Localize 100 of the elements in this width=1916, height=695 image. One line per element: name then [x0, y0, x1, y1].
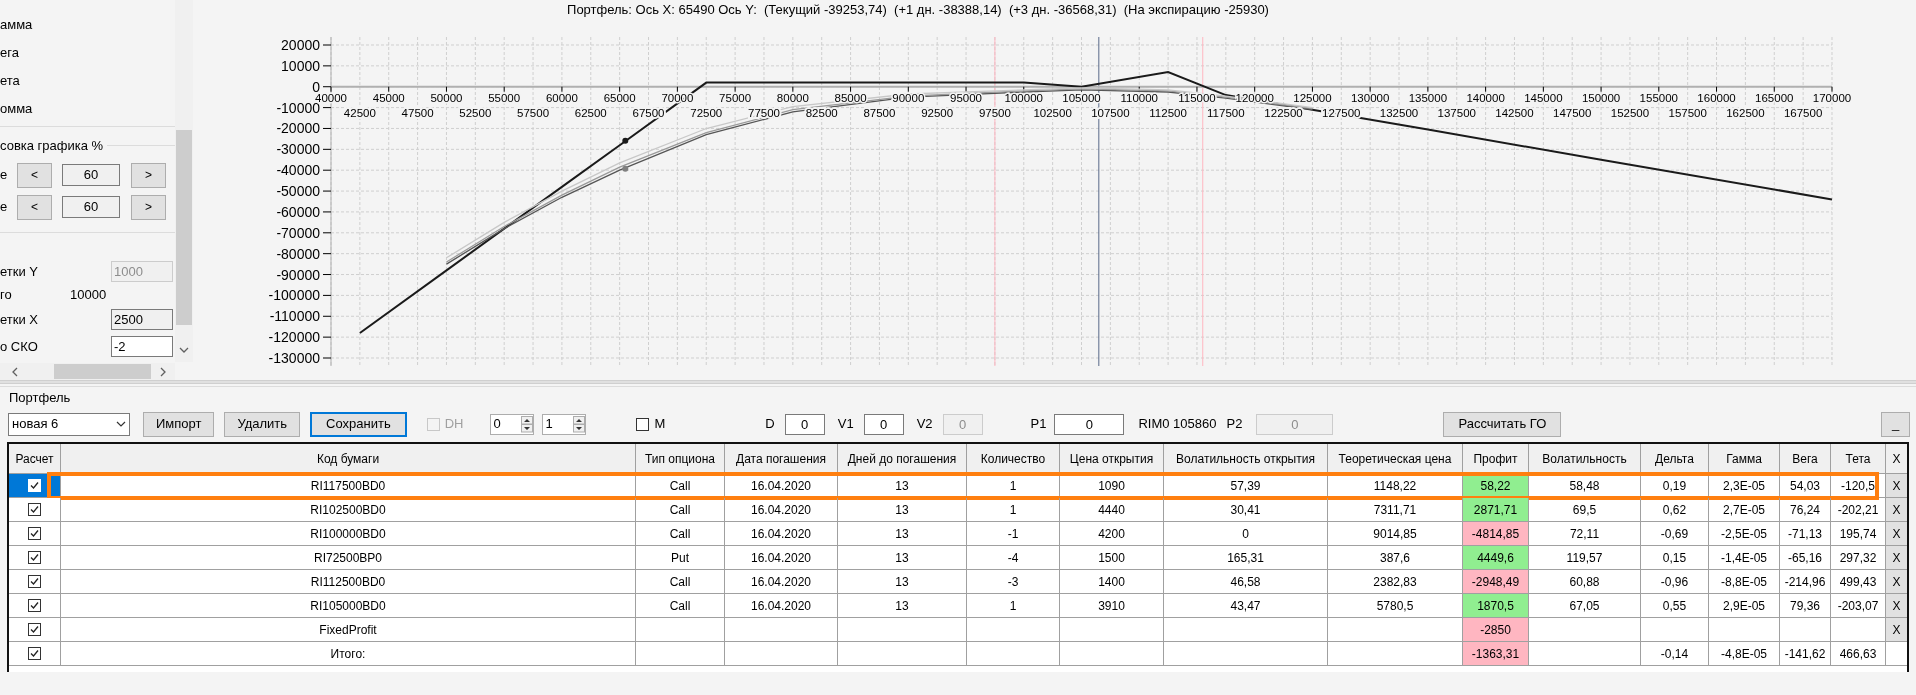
table-cell: 1	[967, 474, 1060, 498]
row-select-cell[interactable]	[9, 570, 61, 594]
column-header[interactable]: Код бумаги	[61, 444, 636, 474]
x-tick-label: 107500	[1091, 106, 1130, 119]
check-icon	[30, 577, 39, 586]
remove-button[interactable]: X	[1886, 522, 1907, 546]
check-icon	[30, 505, 39, 514]
checkbox[interactable]	[28, 527, 41, 540]
row-select-cell[interactable]	[9, 618, 61, 642]
column-header[interactable]: Гамма	[1709, 444, 1780, 474]
row-select-cell[interactable]	[9, 594, 61, 618]
column-header[interactable]: Дата погашения	[725, 444, 838, 474]
increase-button[interactable]: >	[131, 162, 166, 188]
table-cell: 3910	[1060, 594, 1164, 618]
number-field[interactable]: 0	[863, 413, 904, 435]
column-header[interactable]: Количество	[967, 444, 1060, 474]
x-tick-label: 42500	[343, 106, 376, 119]
number-field[interactable]: 0	[1054, 413, 1125, 435]
toolbar-button[interactable]: Удалить	[224, 411, 301, 437]
column-header[interactable]: Вега	[1780, 444, 1831, 474]
table-cell: -2,5E-05	[1709, 522, 1780, 546]
row-select-cell[interactable]	[9, 522, 61, 546]
checkbox[interactable]	[28, 503, 41, 516]
x-tick-label: 47500	[401, 106, 434, 119]
scrollbar-thumb[interactable]	[54, 364, 151, 379]
table-cell: 43,47	[1164, 594, 1328, 618]
calculate-button[interactable]: Рассчитать ГО	[1443, 411, 1562, 437]
remove-button[interactable]: X	[1886, 474, 1907, 498]
decrease-button[interactable]: <	[17, 194, 52, 220]
column-header[interactable]: Профит	[1463, 444, 1529, 474]
checkbox[interactable]	[28, 575, 41, 588]
remove-button[interactable]: X	[1886, 570, 1907, 594]
column-header[interactable]: Тета	[1831, 444, 1886, 474]
toolbar-button[interactable]: Сохранить	[310, 411, 407, 437]
table-cell: 1	[967, 498, 1060, 522]
table-cell: 2,3E-05	[1709, 474, 1780, 498]
x-tick-label: 80000	[776, 91, 809, 104]
column-header[interactable]: Волатильность открытия	[1164, 444, 1328, 474]
spin-arrows-icon[interactable]	[521, 415, 534, 433]
x-tick-label: 152500	[1610, 106, 1650, 119]
table-cell: 13	[838, 474, 967, 498]
scroll-right-icon[interactable]	[160, 366, 166, 377]
table-cell: 1	[967, 594, 1060, 618]
scroll-left-icon[interactable]	[12, 366, 18, 377]
x-tick-label: 62500	[574, 106, 607, 119]
x-tick-label: 57500	[517, 106, 550, 119]
spin-field[interactable]: 0	[490, 413, 535, 435]
portfolio-select[interactable]: новая 6	[8, 412, 130, 436]
checkbox[interactable]	[28, 551, 41, 564]
x-tick-label: 75000	[719, 91, 752, 104]
toolbar-button[interactable]: Импорт	[143, 411, 215, 437]
table-cell: 0,55	[1641, 594, 1709, 618]
increase-button[interactable]: >	[131, 194, 166, 220]
table-cell: 16.04.2020	[725, 498, 838, 522]
spin-arrows-icon[interactable]	[573, 415, 586, 433]
menu-item[interactable]: ега	[0, 44, 175, 62]
table-cell: -8,8E-05	[1709, 570, 1780, 594]
table-cell: 1090	[1060, 474, 1164, 498]
checkbox[interactable]	[28, 623, 41, 636]
minimize-button[interactable]: _	[1881, 411, 1910, 437]
column-header[interactable]: Цена открытия	[1060, 444, 1164, 474]
y-tick-label: -110000	[269, 308, 320, 325]
decrease-button[interactable]: <	[17, 162, 52, 188]
column-header[interactable]: Теоретическая цена	[1328, 444, 1463, 474]
setting-label: го	[0, 285, 13, 304]
row-select-cell[interactable]	[9, 642, 61, 666]
column-header[interactable]: Дельта	[1641, 444, 1709, 474]
table-cell: Put	[636, 546, 725, 570]
remove-button[interactable]: X	[1886, 618, 1907, 642]
checkbox[interactable]	[28, 647, 41, 660]
number-field[interactable]: 0	[784, 413, 825, 435]
menu-item[interactable]: амма	[0, 16, 175, 34]
row-select-cell[interactable]	[9, 498, 61, 522]
menu-item[interactable]: омма	[0, 100, 175, 118]
checkbox[interactable]	[28, 599, 41, 612]
column-header[interactable]: Дней до погашения	[838, 444, 967, 474]
checkbox[interactable]	[636, 417, 650, 431]
scrollbar-thumb[interactable]	[176, 130, 192, 325]
row-select-cell[interactable]	[9, 546, 61, 570]
x-tick-label: 160000	[1697, 91, 1736, 104]
column-header[interactable]: Тип опциона	[636, 444, 725, 474]
setting-field[interactable]: -2	[111, 336, 173, 357]
spin-field[interactable]: 1	[542, 413, 587, 435]
table-cell: 0,15	[1641, 546, 1709, 570]
stepper-value[interactable]: 60	[62, 164, 120, 186]
x-tick-label: 162500	[1726, 106, 1765, 119]
column-header[interactable]: Волатильность	[1529, 444, 1641, 474]
remove-button[interactable]: X	[1886, 546, 1907, 570]
table-cell: 1400	[1060, 570, 1164, 594]
remove-button[interactable]: X	[1886, 498, 1907, 522]
remove-button[interactable]: X	[1886, 594, 1907, 618]
x-tick-label: 102500	[1033, 106, 1072, 119]
checkbox-label: M	[654, 415, 666, 434]
stepper-value[interactable]: 60	[62, 196, 120, 218]
scroll-down-icon[interactable]	[179, 346, 189, 354]
table-cell: 13	[838, 546, 967, 570]
setting-field[interactable]: 2500	[111, 309, 173, 330]
table-cell: 13	[838, 498, 967, 522]
y-tick-label: -120000	[268, 329, 320, 346]
menu-item[interactable]: ета	[0, 72, 175, 90]
